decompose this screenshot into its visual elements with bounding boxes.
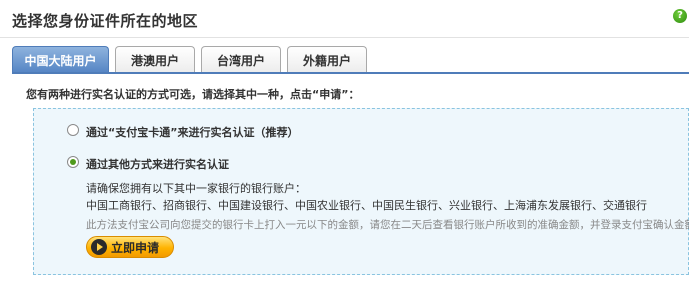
apply-now-button[interactable]: 立即申请 [86,236,174,258]
option-other-method-label[interactable]: 通过其他方式来进行实名认证 [86,156,229,172]
option-other-method-radio[interactable] [67,156,79,168]
tab-taiwan[interactable]: 台湾用户 [201,46,281,73]
tab-hongkong-macau[interactable]: 港澳用户 [115,46,195,73]
region-tabs: 中国大陆用户 港澳用户 台湾用户 外籍用户 [12,46,689,73]
tab-mainland[interactable]: 中国大陆用户 [12,46,109,73]
tab-bar-line [12,72,689,74]
tab-hongkong-macau-label: 港澳用户 [130,53,179,68]
tab-foreign[interactable]: 外籍用户 [287,46,367,73]
title-divider [0,37,689,38]
tab-foreign-label: 外籍用户 [302,53,351,68]
apply-now-label: 立即申请 [111,240,160,255]
tab-mainland-label: 中国大陆用户 [24,53,97,68]
option-alipay-card-radio[interactable] [67,124,79,136]
help-icon[interactable]: ? [673,9,687,23]
bank-prompt: 请确保您拥有以下其中一家银行的银行账户： [86,182,306,195]
option-alipay-card-label[interactable]: 通过“支付宝卡通”来进行实名认证（推荐） [86,124,298,140]
method-note: 此方法支付宝公司向您提交的银行卡上打入一元以下的金额，请您在二天后查看银行账户所… [86,219,689,231]
bank-list: 中国工商银行、招商银行、中国建设银行、中国农业银行、中国民生银行、兴业银行、上海… [86,199,647,212]
instruction-text: 您有两种进行实名认证的方式可选，请选择其中一种，点击“申请”： [26,88,360,101]
tab-taiwan-label: 台湾用户 [216,53,265,68]
play-icon [91,239,107,255]
page-title: 选择您身份证件所在的地区 [12,12,199,30]
